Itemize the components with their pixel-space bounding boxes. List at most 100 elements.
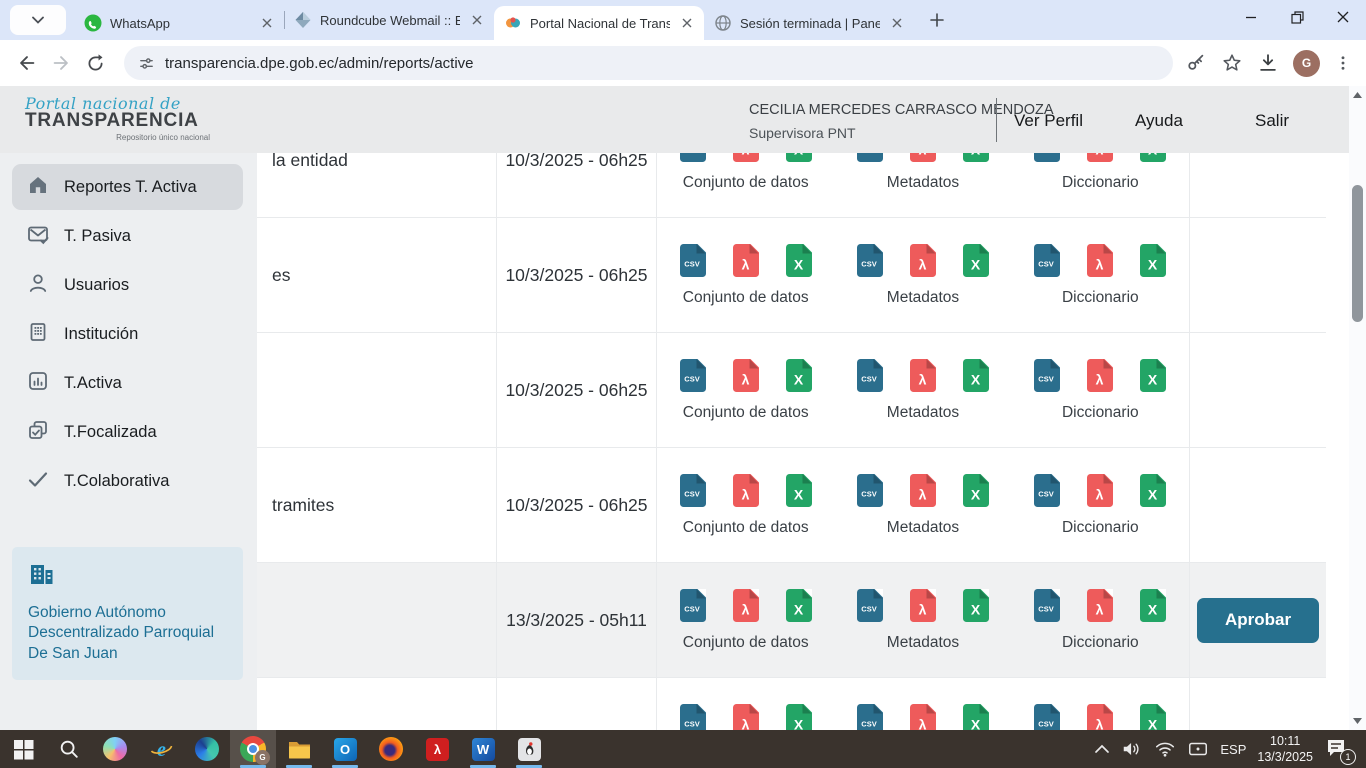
pdf-file-icon[interactable]: λ [1087,704,1113,731]
approve-button[interactable]: Aprobar [1197,598,1319,643]
pdf-file-icon[interactable]: λ [1087,153,1113,162]
notification-center-icon[interactable]: 1 [1324,736,1354,762]
page-scrollbar[interactable] [1349,86,1366,730]
csv-file-icon[interactable]: CSV [857,589,883,622]
sidebar-item-t-colaborativa[interactable]: T.Colaborativa [12,458,243,504]
csv-file-icon[interactable]: CSV [857,153,883,162]
csv-file-icon[interactable]: CSV [1034,589,1060,622]
taskbar-edge-icon[interactable] [184,730,230,768]
xls-file-icon[interactable]: X [963,244,989,277]
window-minimize-button[interactable] [1228,0,1274,34]
window-close-button[interactable] [1320,0,1366,34]
pdf-file-icon[interactable]: λ [733,589,759,622]
tab-close-button[interactable] [468,11,486,29]
scroll-up-icon[interactable] [1349,88,1366,102]
taskbar-acrobat-icon[interactable]: λ [414,730,460,768]
taskbar-firefox-icon[interactable] [368,730,414,768]
browser-tab-4[interactable]: Sesión terminada | Panel Admin [704,6,914,40]
scrollbar-thumb[interactable] [1352,185,1363,322]
csv-file-icon[interactable]: CSV [680,359,706,392]
csv-file-icon[interactable]: CSV [1034,244,1060,277]
xls-file-icon[interactable]: X [1140,474,1166,507]
pdf-file-icon[interactable]: λ [910,474,936,507]
pdf-file-icon[interactable]: λ [1087,474,1113,507]
pdf-file-icon[interactable]: λ [910,704,936,731]
wifi-icon[interactable] [1154,740,1176,758]
xls-file-icon[interactable]: X [963,474,989,507]
cast-display-icon[interactable] [1187,740,1209,758]
xls-file-icon[interactable]: X [786,589,812,622]
xls-file-icon[interactable]: X [963,589,989,622]
xls-file-icon[interactable]: X [1140,704,1166,731]
link-salir[interactable]: Salir [1255,111,1289,131]
csv-file-icon[interactable]: CSV [1034,704,1060,731]
csv-file-icon[interactable]: CSV [1034,153,1060,162]
xls-file-icon[interactable]: X [963,704,989,731]
downloads-icon[interactable] [1257,52,1279,74]
xls-file-icon[interactable]: X [1140,589,1166,622]
taskbar-ie-icon[interactable]: e [138,730,184,768]
pdf-file-icon[interactable]: λ [910,153,936,162]
xls-file-icon[interactable]: X [1140,359,1166,392]
csv-file-icon[interactable]: CSV [857,359,883,392]
csv-file-icon[interactable]: CSV [680,704,706,731]
link-ayuda[interactable]: Ayuda [1135,111,1183,131]
forward-button[interactable] [44,46,78,80]
sidebar-item-t-activa[interactable]: T.Activa [12,360,243,406]
new-tab-button[interactable] [922,5,952,35]
taskbar-word-icon[interactable]: W [460,730,506,768]
profile-avatar[interactable]: G [1293,50,1320,77]
sidebar-item-reportes-t-activa[interactable]: Reportes T. Activa [12,164,243,210]
tab-close-button[interactable] [888,14,906,32]
xls-file-icon[interactable]: X [963,153,989,162]
volume-icon[interactable] [1121,739,1143,759]
csv-file-icon[interactable]: CSV [857,704,883,731]
scroll-down-icon[interactable] [1349,714,1366,728]
pdf-file-icon[interactable]: λ [733,704,759,731]
link-ver-perfil[interactable]: Ver Perfil [1014,111,1083,131]
tab-close-button[interactable] [678,14,696,32]
csv-file-icon[interactable]: CSV [680,589,706,622]
taskbar-java-icon[interactable] [506,730,552,768]
taskbar-start-icon[interactable] [0,730,46,768]
bookmark-star-icon[interactable] [1221,52,1243,74]
pdf-file-icon[interactable]: λ [1087,589,1113,622]
xls-file-icon[interactable]: X [786,153,812,162]
taskbar-chrome-icon[interactable]: G [230,730,276,768]
sidebar-item-t-pasiva[interactable]: T. Pasiva [12,213,243,259]
xls-file-icon[interactable]: X [963,359,989,392]
password-key-icon[interactable] [1185,52,1207,74]
taskbar-clock[interactable]: 10:11 13/3/2025 [1257,733,1313,766]
back-button[interactable] [10,46,44,80]
csv-file-icon[interactable]: CSV [857,474,883,507]
pdf-file-icon[interactable]: λ [733,153,759,162]
csv-file-icon[interactable]: CSV [1034,359,1060,392]
xls-file-icon[interactable]: X [786,359,812,392]
taskbar-copilot-icon[interactable] [92,730,138,768]
menu-dots-icon[interactable] [1334,54,1352,72]
csv-file-icon[interactable]: CSV [680,474,706,507]
pdf-file-icon[interactable]: λ [910,589,936,622]
window-restore-button[interactable] [1274,0,1320,34]
taskbar-outlook-icon[interactable]: O [322,730,368,768]
sidebar-item-t-focalizada[interactable]: T.Focalizada [12,409,243,455]
pdf-file-icon[interactable]: λ [1087,244,1113,277]
pdf-file-icon[interactable]: λ [1087,359,1113,392]
csv-file-icon[interactable]: CSV [1034,474,1060,507]
xls-file-icon[interactable]: X [786,244,812,277]
csv-file-icon[interactable]: CSV [680,153,706,162]
tab-search-button[interactable] [10,5,66,35]
pdf-file-icon[interactable]: λ [733,359,759,392]
taskbar-explorer-icon[interactable] [276,730,322,768]
browser-tab-3[interactable]: Portal Nacional de Transparen [494,6,704,40]
csv-file-icon[interactable]: CSV [680,244,706,277]
pdf-file-icon[interactable]: λ [733,244,759,277]
browser-tab-2[interactable]: Roundcube Webmail :: Entrada [284,3,494,37]
sidebar-item-usuarios[interactable]: Usuarios [12,262,243,308]
reload-button[interactable] [78,46,112,80]
pdf-file-icon[interactable]: λ [910,244,936,277]
address-bar[interactable]: transparencia.dpe.gob.ec/admin/reports/a… [124,46,1173,80]
browser-tab-1[interactable]: WhatsApp [74,6,284,40]
sidebar-item-instituci-n[interactable]: Institución [12,311,243,357]
xls-file-icon[interactable]: X [786,474,812,507]
